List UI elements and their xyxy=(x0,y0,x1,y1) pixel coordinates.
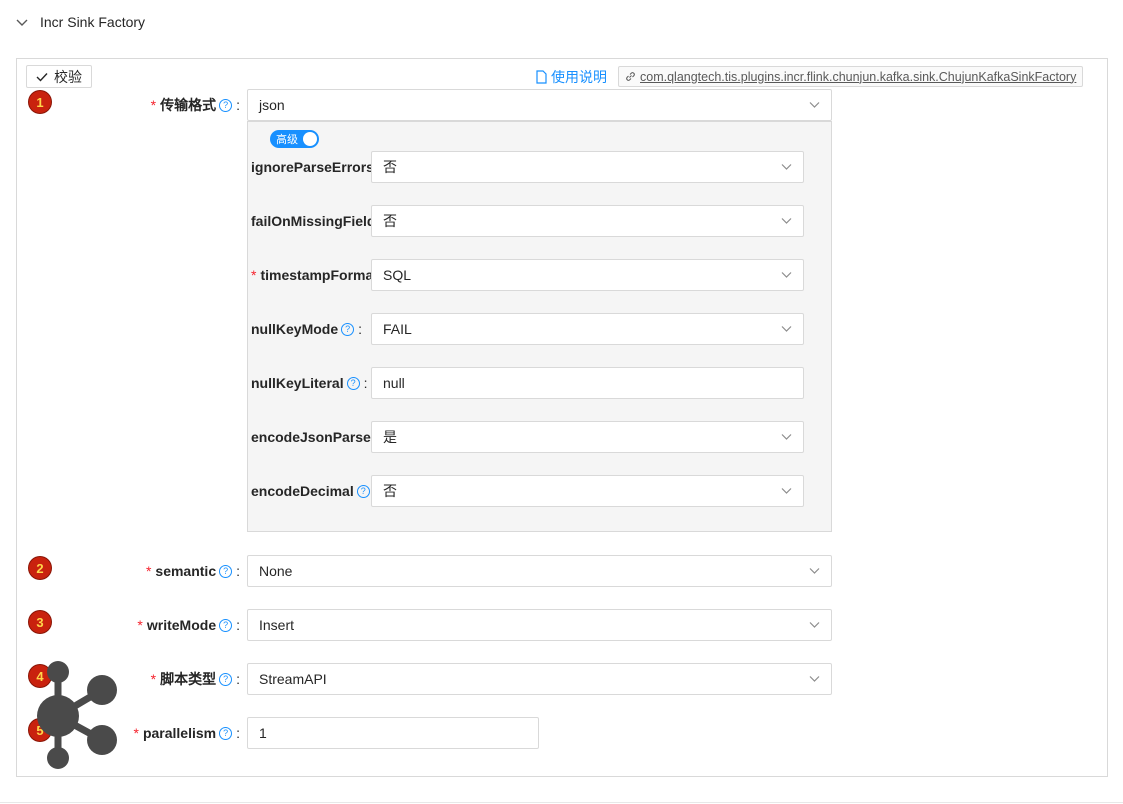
encode-json-parser-label: encodeJsonParser xyxy=(251,429,371,445)
chevron-down-icon xyxy=(809,622,820,628)
doc-link-label: 使用说明 xyxy=(551,69,607,85)
help-icon[interactable]: ? xyxy=(219,726,233,740)
required-mark: * xyxy=(251,267,257,283)
timestamp-format-label: * timestampFormat xyxy=(251,259,371,291)
required-mark: * xyxy=(133,725,139,741)
encode-json-parser-select[interactable]: 是 xyxy=(371,421,804,453)
chevron-down-icon xyxy=(781,164,792,170)
chevron-down-icon xyxy=(781,488,792,494)
script-type-label: * 脚本类型 ? : xyxy=(60,663,240,695)
help-icon[interactable]: ? xyxy=(219,618,233,632)
colon: : xyxy=(236,725,240,741)
chevron-down-icon[interactable] xyxy=(15,15,29,29)
colon: : xyxy=(236,617,240,633)
advanced-toggle[interactable]: 高级 xyxy=(270,130,319,148)
null-key-mode-value: FAIL xyxy=(383,321,412,337)
parallelism-value: 1 xyxy=(259,725,267,741)
encode-decimal-label: encodeDecimal ? xyxy=(251,475,371,507)
colon: : xyxy=(358,321,363,337)
validate-button[interactable]: 校验 xyxy=(26,65,92,88)
script-type-select[interactable]: StreamAPI xyxy=(247,663,832,695)
semantic-label-text: semantic xyxy=(155,563,217,579)
timestamp-format-label-text: timestampFormat xyxy=(260,267,371,283)
colon: : xyxy=(236,671,240,687)
null-key-mode-label-text: nullKeyMode xyxy=(251,321,339,337)
semantic-value: None xyxy=(259,563,293,579)
format-value: json xyxy=(259,97,285,113)
null-key-mode-label: nullKeyMode ?: xyxy=(251,313,371,345)
advanced-toggle-label: 高级 xyxy=(276,134,298,146)
write-mode-label: * writeMode ? : xyxy=(60,609,240,641)
encode-decimal-label-text: encodeDecimal xyxy=(251,483,354,499)
format-label-text: 传输格式 xyxy=(160,97,217,113)
chevron-down-icon xyxy=(781,272,792,278)
required-mark: * xyxy=(150,97,157,113)
parallelism-label: * parallelism ? : xyxy=(60,717,241,749)
help-icon[interactable]: ? xyxy=(219,98,233,112)
parallelism-input[interactable]: 1 xyxy=(247,717,539,749)
format-label: * 传输格式 ? : xyxy=(60,89,240,121)
class-name-text: com.qlangtech.tis.plugins.incr.flink.chu… xyxy=(640,69,1077,84)
required-mark: * xyxy=(150,671,157,687)
colon: : xyxy=(236,97,240,113)
parallelism-label-text: parallelism xyxy=(142,725,217,741)
step-badge-1: 1 xyxy=(29,91,51,113)
format-select[interactable]: json xyxy=(247,89,832,121)
colon: : xyxy=(236,563,240,579)
ignore-parse-errors-value: 否 xyxy=(383,159,397,175)
divider xyxy=(0,802,1123,803)
toggle-knob xyxy=(303,132,317,146)
chevron-down-icon xyxy=(809,676,820,682)
ignore-parse-errors-select[interactable]: 否 xyxy=(371,151,804,183)
encode-decimal-select[interactable]: 否 xyxy=(371,475,804,507)
write-mode-value: Insert xyxy=(259,617,295,633)
null-key-literal-label-text: nullKeyLiteral xyxy=(251,375,344,391)
check-icon xyxy=(36,72,48,82)
fail-on-missing-field-value: 否 xyxy=(383,213,397,229)
write-mode-select[interactable]: Insert xyxy=(247,609,832,641)
chevron-down-icon xyxy=(781,434,792,440)
write-mode-label-text: writeMode xyxy=(146,617,217,633)
null-key-mode-select[interactable]: FAIL xyxy=(371,313,804,345)
chevron-down-icon xyxy=(809,102,820,108)
class-name-tag[interactable]: com.qlangtech.tis.plugins.incr.flink.chu… xyxy=(618,66,1084,87)
chevron-down-icon xyxy=(781,326,792,332)
doc-link[interactable]: 使用说明 xyxy=(536,67,607,87)
script-type-value: StreamAPI xyxy=(259,671,327,687)
null-key-literal-value: null xyxy=(383,375,405,391)
semantic-label: * semantic ? : xyxy=(60,555,240,587)
required-mark: * xyxy=(137,617,143,633)
ignore-parse-errors-label: ignoreParseErrors xyxy=(251,159,371,175)
timestamp-format-value: SQL xyxy=(383,267,412,283)
file-icon xyxy=(536,70,547,84)
timestamp-format-select[interactable]: SQL xyxy=(371,259,804,291)
chevron-down-icon xyxy=(781,218,792,224)
script-type-label-text: 脚本类型 xyxy=(160,671,217,687)
link-icon xyxy=(626,72,635,81)
fail-on-missing-field-select[interactable]: 否 xyxy=(371,205,804,237)
help-icon[interactable]: ? xyxy=(341,322,355,336)
null-key-literal-input[interactable]: null xyxy=(371,367,804,399)
step-badge-2: 2 xyxy=(29,557,51,579)
encode-decimal-value: 否 xyxy=(383,483,397,499)
help-icon[interactable]: ? xyxy=(219,564,233,578)
colon: : xyxy=(363,375,368,391)
fail-on-missing-field-label: failOnMissingField xyxy=(251,213,371,229)
step-badge-3: 3 xyxy=(29,611,51,633)
null-key-literal-label: nullKeyLiteral ?: xyxy=(251,367,371,399)
encode-json-parser-value: 是 xyxy=(383,429,397,445)
required-mark: * xyxy=(145,563,152,579)
section-header[interactable]: Incr Sink Factory xyxy=(0,0,1123,46)
semantic-select[interactable]: None xyxy=(247,555,832,587)
section-title: Incr Sink Factory xyxy=(40,14,146,30)
chevron-down-icon xyxy=(809,568,820,574)
help-icon[interactable]: ? xyxy=(219,672,233,686)
help-icon[interactable]: ? xyxy=(356,484,370,498)
validate-label: 校验 xyxy=(54,68,82,85)
help-icon[interactable]: ? xyxy=(346,376,360,390)
